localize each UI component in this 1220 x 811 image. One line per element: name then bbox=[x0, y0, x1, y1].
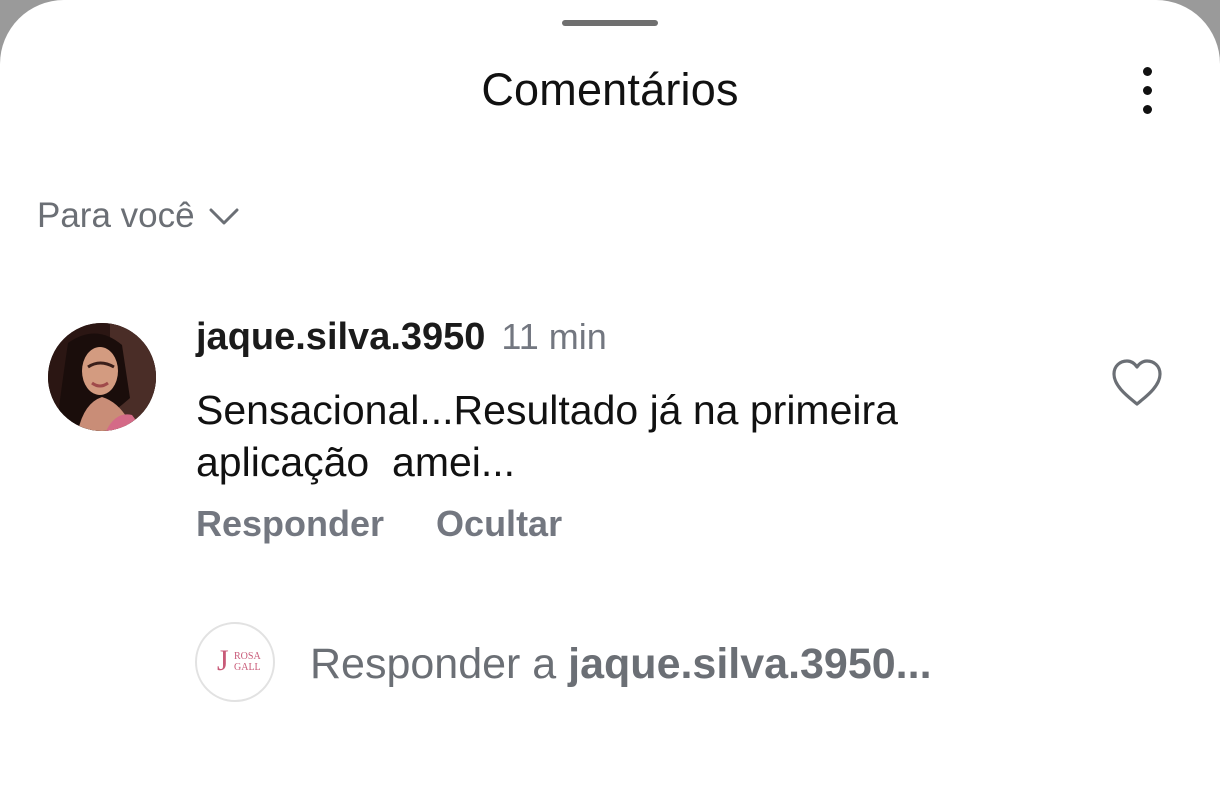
hide-button[interactable]: Ocultar bbox=[436, 503, 562, 545]
commenter-avatar[interactable] bbox=[48, 323, 156, 431]
like-button[interactable] bbox=[1110, 358, 1164, 408]
sheet-title: Comentários bbox=[481, 64, 739, 115]
more-vertical-icon bbox=[1143, 67, 1152, 76]
comment-username[interactable]: jaque.silva.3950 bbox=[196, 316, 485, 359]
current-user-avatar[interactable]: J ROSA GALL bbox=[195, 622, 275, 702]
reply-input[interactable]: Responder a jaque.silva.3950... bbox=[310, 640, 932, 689]
logo-letter: J bbox=[217, 644, 229, 677]
sheet-drag-handle[interactable] bbox=[562, 20, 658, 26]
logo-line2: GALL bbox=[234, 662, 261, 673]
sort-label: Para você bbox=[37, 196, 195, 235]
comment-text: Sensacional...Resultado já na primeira a… bbox=[196, 387, 910, 485]
more-vertical-icon-dot bbox=[1143, 86, 1152, 95]
reply-placeholder-prefix: Responder a bbox=[310, 640, 569, 688]
comment-actions: Responder Ocultar bbox=[196, 503, 562, 545]
avatar-photo bbox=[48, 323, 156, 431]
sort-dropdown[interactable]: Para você bbox=[37, 194, 239, 238]
comment-header: jaque.silva.3950 11 min bbox=[196, 316, 607, 359]
reply-button[interactable]: Responder bbox=[196, 503, 384, 545]
reply-placeholder-target: jaque.silva.3950 bbox=[568, 640, 896, 688]
logo-line1: ROSA bbox=[234, 651, 261, 662]
comment-timestamp: 11 min bbox=[501, 316, 607, 357]
reply-placeholder-ellipsis: ... bbox=[895, 640, 932, 688]
brand-logo: J ROSA GALL bbox=[217, 644, 261, 677]
heart-outline-icon bbox=[1112, 359, 1162, 406]
chevron-down-icon bbox=[209, 208, 239, 225]
more-vertical-icon-dot bbox=[1143, 105, 1152, 114]
more-options-button[interactable] bbox=[1126, 62, 1170, 120]
comments-sheet: Comentários Para você jaque.silva.3950 1… bbox=[0, 0, 1220, 811]
